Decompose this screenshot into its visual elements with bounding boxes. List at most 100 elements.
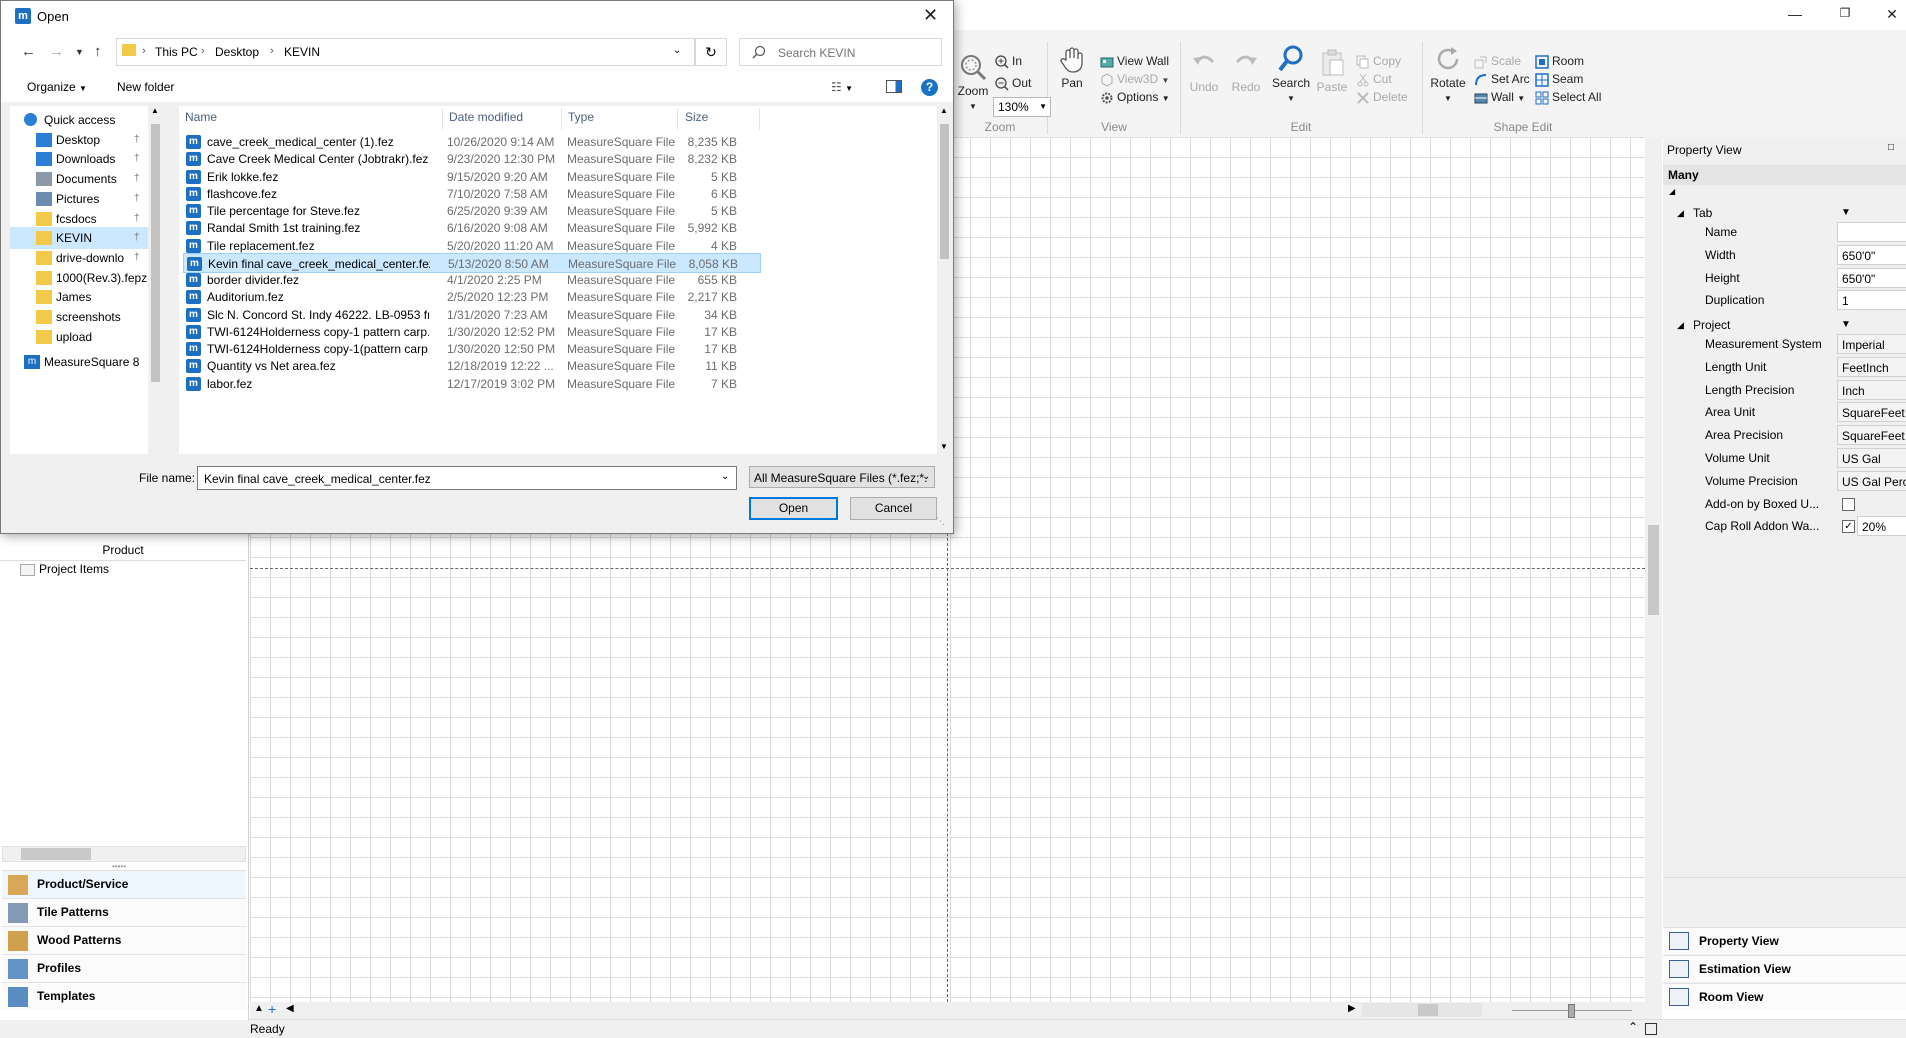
nav-item-fcsdocs[interactable]: fcsdocs † [10, 208, 148, 230]
nav-templates-button[interactable]: Templates [2, 982, 246, 1010]
estimation-view-button[interactable]: Estimation View [1663, 955, 1906, 982]
nav-wood-patterns-button[interactable]: Wood Patterns [2, 926, 246, 954]
address-bar[interactable]: › This PC › Desktop › KEVIN ⌄ [116, 38, 695, 66]
column-header-date-modified[interactable]: Date modified [449, 110, 523, 124]
undo-button[interactable]: Undo [1186, 48, 1222, 94]
left-panel-horizontal-scrollbar[interactable] [2, 846, 246, 862]
pin-icon[interactable]: † [134, 148, 140, 170]
breadcrumb-kevin[interactable]: KEVIN [284, 45, 320, 59]
nav-item-desktop[interactable]: Desktop † [10, 129, 148, 151]
column-divider[interactable] [561, 108, 562, 130]
open-button[interactable]: Open [749, 497, 838, 520]
tab-category[interactable]: ◢ Tab ▼ [1675, 203, 1906, 223]
minimize-icon[interactable]: — [1783, 6, 1807, 24]
paste-button[interactable]: Paste [1314, 48, 1350, 94]
collapse-up-icon[interactable]: ⌃ [1628, 1020, 1638, 1034]
close-icon[interactable]: ✕ [923, 5, 938, 26]
nav-item-kevin[interactable]: KEVIN † [10, 227, 148, 250]
up-arrow-icon[interactable]: ↑ [94, 43, 102, 60]
room-button[interactable]: Room [1535, 52, 1584, 70]
project-category[interactable]: ◢ Project ▼ [1675, 315, 1906, 335]
scroll-thumb[interactable] [21, 848, 91, 860]
preview-pane-button[interactable] [886, 80, 902, 96]
file-name-field[interactable] [197, 466, 737, 490]
redo-button[interactable]: Redo [1228, 48, 1264, 94]
fullscreen-icon[interactable] [1645, 1023, 1657, 1035]
pin-icon[interactable]: † [134, 247, 140, 269]
zoom-slider[interactable] [1512, 1004, 1632, 1018]
add-page-icon[interactable]: + [268, 1001, 276, 1017]
zoom-out-button[interactable]: Out [995, 74, 1031, 92]
scroll-down-icon[interactable]: ▼ [940, 442, 948, 451]
column-divider[interactable] [442, 108, 443, 130]
close-app-icon[interactable]: ✕ [1880, 6, 1904, 24]
expand-icon[interactable]: ◢ [1669, 187, 1675, 196]
breadcrumb-desktop[interactable]: Desktop [215, 45, 259, 59]
property-value[interactable]: FeetInch [1837, 356, 1906, 377]
nav-profiles-button[interactable]: Profiles [2, 954, 246, 982]
column-header-size[interactable]: Size [685, 110, 708, 124]
column-header-type[interactable]: Type [568, 110, 594, 124]
property-value[interactable]: 1 [1837, 290, 1906, 311]
file-type-filter[interactable]: All MeasureSquare Files (*.fez;*. [749, 466, 935, 488]
property-value[interactable]: Imperial [1837, 334, 1906, 354]
canvas-horizontal-scrollbar[interactable] [1362, 1003, 1482, 1017]
property-value[interactable] [1837, 222, 1906, 242]
nav-item-drive-downlo[interactable]: drive-downlo † [10, 247, 148, 269]
chevron-down-icon[interactable]: ⌄ [673, 45, 681, 56]
column-divider[interactable] [759, 108, 760, 130]
search-button[interactable]: Search ▼ [1270, 44, 1312, 104]
chevron-down-icon[interactable]: ⌄ [721, 471, 729, 482]
zoom-button[interactable]: Zoom ▼ [953, 52, 993, 112]
restore-icon[interactable]: ❐ [1833, 6, 1857, 24]
room-view-button[interactable]: Room View [1663, 983, 1906, 1010]
scroll-right-icon[interactable]: ▶ [1348, 1003, 1356, 1014]
view3d-button[interactable]: View3D ▼ [1100, 70, 1169, 88]
zoom-level-combo[interactable]: 130% ▼ [993, 97, 1051, 117]
scroll-thumb[interactable] [151, 124, 160, 382]
property-value[interactable]: 650'0" [1837, 244, 1906, 265]
pin-icon[interactable]: † [134, 168, 140, 190]
scroll-thumb[interactable] [940, 124, 949, 259]
file-name-input[interactable] [202, 469, 706, 489]
pan-button[interactable]: Pan [1054, 44, 1090, 90]
navigation-pane-scrollbar[interactable]: ▲ [148, 106, 163, 454]
new-folder-button[interactable]: New folder [117, 80, 174, 94]
nav-item-pictures[interactable]: Pictures † [10, 188, 148, 210]
canvas-vertical-scrollbar[interactable] [1645, 137, 1662, 1002]
pin-icon[interactable]: † [134, 227, 140, 249]
checkbox[interactable]: ✓ [1842, 520, 1855, 534]
options-button[interactable]: Options ▼ [1100, 88, 1170, 106]
change-view-button[interactable]: ☷ ▼ [831, 80, 853, 94]
wall-button[interactable]: Wall ▼ [1474, 88, 1525, 106]
file-list-scrollbar[interactable]: ▲ ▼ [937, 106, 952, 454]
property-view-button[interactable]: Property View [1663, 927, 1906, 954]
nav-item-downloads[interactable]: Downloads † [10, 148, 148, 170]
zoom-slider-handle[interactable] [1568, 1004, 1575, 1018]
cancel-button[interactable]: Cancel [850, 497, 937, 520]
select-all-button[interactable]: Select All [1535, 88, 1601, 106]
dropdown-arrow-icon[interactable]: ▼ [1841, 315, 1851, 335]
cut-button[interactable]: Cut [1356, 70, 1392, 88]
seam-button[interactable]: Seam [1535, 70, 1583, 88]
property-value[interactable]: SquareFeet [1837, 402, 1906, 423]
project-items-node[interactable]: Project Items [20, 562, 109, 576]
pin-icon[interactable]: † [134, 188, 140, 210]
search-box[interactable] [739, 38, 942, 66]
property-value[interactable]: Inch [1837, 379, 1906, 400]
scroll-up-icon[interactable]: ▲ [940, 106, 948, 115]
search-input[interactable] [776, 43, 930, 63]
back-arrow-icon[interactable]: ← [21, 43, 36, 60]
nav-item-james[interactable]: James [10, 286, 148, 308]
property-value[interactable]: SquareFeet I [1837, 425, 1906, 446]
set-arc-button[interactable]: Set Arc [1474, 70, 1530, 88]
nav-item-measuresquare-8[interactable]: m MeasureSquare 8 [10, 351, 148, 373]
dropdown-arrow-icon[interactable]: ▼ [1841, 203, 1851, 223]
column-divider[interactable] [677, 108, 678, 130]
nav-item-1000-rev-3-fepz[interactable]: 1000(Rev.3).fepz [10, 267, 148, 289]
zoom-in-button[interactable]: In [995, 52, 1022, 70]
property-value[interactable]: 20% [1857, 516, 1906, 537]
refresh-button[interactable]: ↻ [695, 38, 727, 66]
nav-item-documents[interactable]: Documents † [10, 168, 148, 190]
nav-product-service-button[interactable]: Product/Service [2, 870, 246, 898]
